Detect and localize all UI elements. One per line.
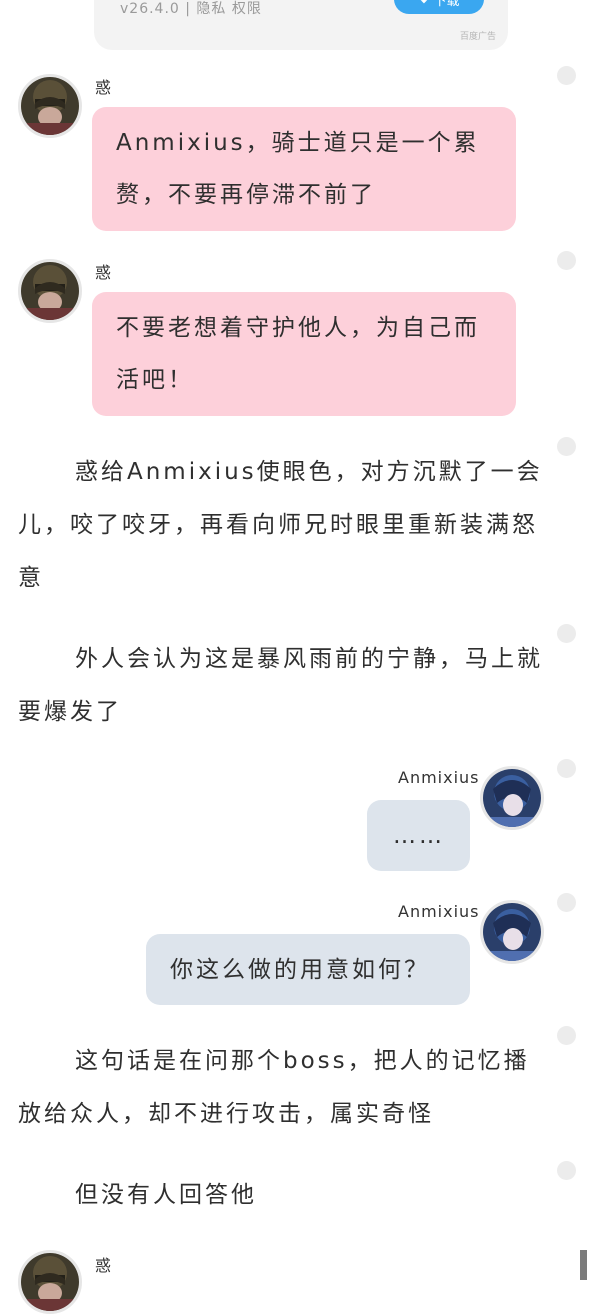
more-dot-button[interactable] <box>557 1026 576 1045</box>
ad-button-label: 下载 <box>433 0 460 9</box>
more-dot-button[interactable] <box>557 66 576 85</box>
message-bubble[interactable]: 你这么做的用意如何？ <box>146 934 470 1005</box>
narration-text: 但没有人回答他 <box>75 1182 257 1208</box>
more-dot-button[interactable] <box>557 251 576 270</box>
speaker-name: Anmixius <box>398 902 480 921</box>
more-dot-button[interactable] <box>557 624 576 643</box>
avatar[interactable] <box>18 1250 82 1314</box>
speaker-name: 惑 <box>95 1256 113 1275</box>
avatar[interactable] <box>480 900 544 964</box>
ad-meta[interactable]: v26.4.0 | 隐私 权限 <box>120 0 262 18</box>
more-dot-button[interactable] <box>557 1161 576 1180</box>
narration-text: 惑给Anmixius使眼色，对方沉默了一会儿，咬了咬牙，再看向师兄时眼里重新装满… <box>18 459 543 591</box>
speaker-name: 惑 <box>95 263 113 282</box>
ad-download-button[interactable]: ⬇ 下载 <box>394 0 484 14</box>
more-dot-button[interactable] <box>557 437 576 456</box>
avatar[interactable] <box>18 259 82 323</box>
more-dot-button[interactable] <box>557 893 576 912</box>
message-bubble[interactable]: 不要老想着守护他人，为自己而活吧！ <box>92 292 516 416</box>
speaker-name: 惑 <box>95 78 113 97</box>
speaker-name: Anmixius <box>398 768 480 787</box>
narration-text: 外人会认为这是暴风雨前的宁静，马上就要爆发了 <box>18 646 543 725</box>
scrollbar[interactable] <box>580 1250 587 1280</box>
more-dot-button[interactable] <box>557 759 576 778</box>
narration-text: 这句话是在问那个boss，把人的记忆播放给众人，却不进行攻击，属实奇怪 <box>18 1048 530 1127</box>
message-bubble[interactable]: Anmixius，骑士道只是一个累赘，不要再停滞不前了 <box>92 107 516 231</box>
avatar[interactable] <box>480 766 544 830</box>
ad-tag: 百度广告 <box>459 32 496 42</box>
ad-card[interactable]: v26.4.0 | 隐私 权限 ⬇ 下载 百度广告 <box>94 0 508 50</box>
avatar[interactable] <box>18 74 82 138</box>
message-bubble[interactable]: …… <box>367 800 470 871</box>
download-icon: ⬇ <box>419 0 430 7</box>
